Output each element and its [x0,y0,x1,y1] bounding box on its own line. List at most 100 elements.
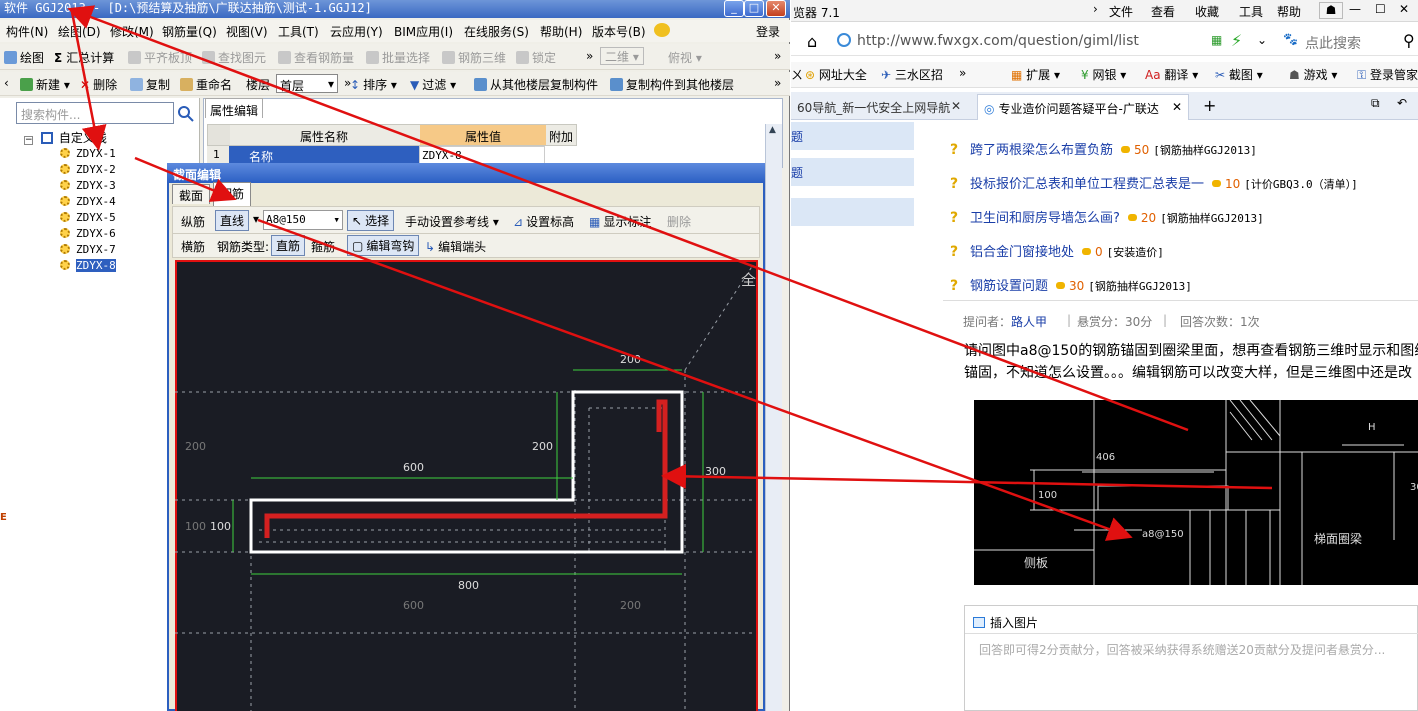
close-button[interactable]: ✕ [766,0,786,17]
minimize-button[interactable]: _ [724,0,744,17]
question-title[interactable]: 投标报价汇总表和单位工程费汇总表是一 [970,177,1204,192]
lightning-icon[interactable]: ⚡ [1231,31,1242,50]
question-item[interactable]: ? 钢筋设置问题 30 [钢筋抽样GGJ2013] [950,275,1192,294]
new-button[interactable]: 新建 ▾ [20,76,70,93]
tree-item[interactable]: ZDYX-2 [60,163,116,177]
view-rebar-qty-button[interactable]: 查看钢筋量 [278,49,354,66]
batch-select-button[interactable]: 批量选择 [366,49,430,66]
vertical-scrollbar[interactable]: ▲ [765,124,782,711]
show-dimension-button[interactable]: ▦ 显示标注 [589,213,651,230]
stirrup-button[interactable]: 箍筋 [311,238,335,255]
menu-bim[interactable]: BIM应用(I) [394,23,453,40]
nav-left-icon[interactable]: ㄨ [791,66,803,83]
menu-version[interactable]: 版本号(B) [592,23,646,40]
question-item[interactable]: ? 铝合金门窗接地处 0 [安装造价] [950,241,1164,260]
menu-help-browser[interactable]: 帮助 [1277,3,1301,20]
lock-button[interactable]: 锁定 [516,49,556,66]
translate-button[interactable]: Aa 翻译 ▾ [1145,66,1198,83]
menu-tools-browser[interactable]: 工具 [1239,3,1263,20]
answer-editor[interactable]: 插入图片 回答即可得2分贡献分，回答被采纳获得系统赠送20贡献分及提问者悬赏分.… [964,605,1418,711]
menu-cloud[interactable]: 云应用(Y) [330,23,383,40]
menu-rebar-qty[interactable]: 钢筋量(Q) [162,23,217,40]
floor-select[interactable]: 首层 ▾ [276,74,338,93]
overflow-chevron-icon[interactable]: » [959,66,966,80]
property-row[interactable]: 1 名称 ZDYX-8 [207,146,577,164]
edit-end-button[interactable]: ↳ 编辑端头 [425,238,486,255]
tab-section[interactable]: 截面 [172,184,211,204]
tree-item[interactable]: ZDYX-4 [60,195,116,209]
search-icon[interactable]: ⚲ [1403,31,1415,50]
tree-item[interactable]: ZDYX-7 [60,243,116,257]
collapse-minus-icon[interactable]: − [24,136,33,145]
row-value[interactable]: ZDYX-8 [419,146,545,164]
delete-button[interactable]: ✕ 删除 [80,76,117,93]
overflow-chevron-icon[interactable]: » [774,76,781,90]
ebank-button[interactable]: ¥ 网银 ▾ [1081,66,1126,83]
bookmark-sanshui[interactable]: ✈ 三水区招 [881,66,943,83]
top-view-dropdown[interactable]: 俯视 ▾ [668,49,702,66]
question-title[interactable]: 铝合金门窗接地处 [970,245,1074,260]
section-drawing-canvas[interactable]: 200 200 600 300 800 100 200 100 600 200 … [175,260,758,711]
helmet-icon[interactable] [654,23,670,37]
scroll-up-icon[interactable]: ▲ [769,125,776,135]
question-title[interactable]: 卫生间和厨房导墙怎么画? [970,211,1120,226]
sort-button[interactable]: ↕ 排序 ▾ [350,76,397,93]
filter-button[interactable]: ▼ 过滤 ▾ [410,76,456,93]
login-manager-button[interactable]: ⚿ 登录管家 [1357,66,1418,83]
home-icon[interactable]: ⌂ [807,32,817,51]
question-item[interactable]: ? 卫生间和厨房导墙怎么画? 20 [钢筋抽样GGJ2013] [950,207,1264,226]
tree-item[interactable]: ZDYX-8 [60,259,116,273]
side-nav-item-1[interactable]: 题 [791,122,914,150]
manual-ref-line-dropdown[interactable]: 手动设置参考线 ▾ [405,213,499,230]
summary-calc-button[interactable]: Σ 汇总计算 [54,49,114,66]
question-title[interactable]: 跨了两根梁怎么布置负筋 [970,143,1113,158]
qr-icon[interactable]: ▦ [1211,33,1222,47]
nav-chevron-icon[interactable]: › [1093,2,1098,16]
tab-rebar[interactable]: 配筋 [213,182,252,206]
games-button[interactable]: ☗ 游戏 ▾ [1289,66,1337,83]
chevron-down-icon[interactable]: ⌄ [1257,33,1267,47]
question-drawing-image[interactable]: 406 a8@150 梯面圈梁 侧板 H 300 100 [974,399,1418,585]
tab-property-edit[interactable]: 属性编辑 [205,98,263,118]
rebar-3d-button[interactable]: 钢筋三维 [442,49,506,66]
menu-component[interactable]: 构件(N) [6,23,48,40]
side-nav-item-2[interactable]: 题 [791,158,914,186]
close-icon[interactable]: ✕ [951,99,961,113]
close-icon[interactable]: ✕ [1172,100,1182,114]
menu-view[interactable]: 视图(V) [226,23,268,40]
tree-item[interactable]: ZDYX-5 [60,211,116,225]
chevron-down-icon[interactable]: ▾ [253,212,259,226]
side-nav-item-3[interactable] [791,198,914,226]
delete-rebar-button[interactable]: 删除 [667,213,691,230]
undo-icon[interactable]: ↶ [1397,96,1407,110]
menu-file[interactable]: 文件 [1109,3,1133,20]
menu-tools[interactable]: 工具(T) [278,23,319,40]
minimize-icon[interactable]: — [1349,2,1361,16]
screenshot-button[interactable]: ✂ 截图 ▾ [1215,66,1263,83]
question-item[interactable]: ? 投标报价汇总表和单位工程费汇总表是一 10 [计价GBQ3.0（清单）] [950,173,1358,192]
copy-to-floor-button[interactable]: 复制构件到其他楼层 [610,76,734,93]
draw-button[interactable]: 绘图 [4,49,44,66]
tree-root[interactable]: − 自定义线 [24,131,107,145]
insert-image-button[interactable]: 插入图片 [973,614,1038,631]
collapse-left-icon[interactable]: ‹ [4,76,9,90]
menu-view-browser[interactable]: 查看 [1151,3,1175,20]
extensions-button[interactable]: ▦ 扩展 ▾ [1011,66,1060,83]
copy-from-floor-button[interactable]: 从其他楼层复制构件 [474,76,598,93]
search-icon[interactable] [174,102,196,124]
overflow-chevron-icon[interactable]: » [774,49,781,63]
component-search-input[interactable]: 搜索构件... [16,102,174,124]
asker-link[interactable]: 路人甲 [1011,313,1047,330]
line-type-button[interactable]: 直线 [215,210,250,231]
shirt-icon[interactable]: ☗ [1319,2,1343,19]
maximize-button[interactable]: □ [744,0,764,17]
tab-glodon-qa[interactable]: ◎ 专业造价问题答疑平台-广联达 ✕ [977,94,1189,120]
browser-search-input[interactable]: 点此搜索 [1305,33,1361,53]
set-elevation-button[interactable]: ⊿ 设置标高 [513,213,574,230]
menu-favorites[interactable]: 收藏 [1195,3,1219,20]
menu-online[interactable]: 在线服务(S) [464,23,529,40]
bookmark-portal[interactable]: ⊛ 网址大全 [805,66,867,83]
maximize-icon[interactable]: ☐ [1375,2,1386,16]
find-element-button[interactable]: 查找图元 [202,49,266,66]
rebar-spec-input[interactable]: A8@150 ▾ [263,210,343,230]
